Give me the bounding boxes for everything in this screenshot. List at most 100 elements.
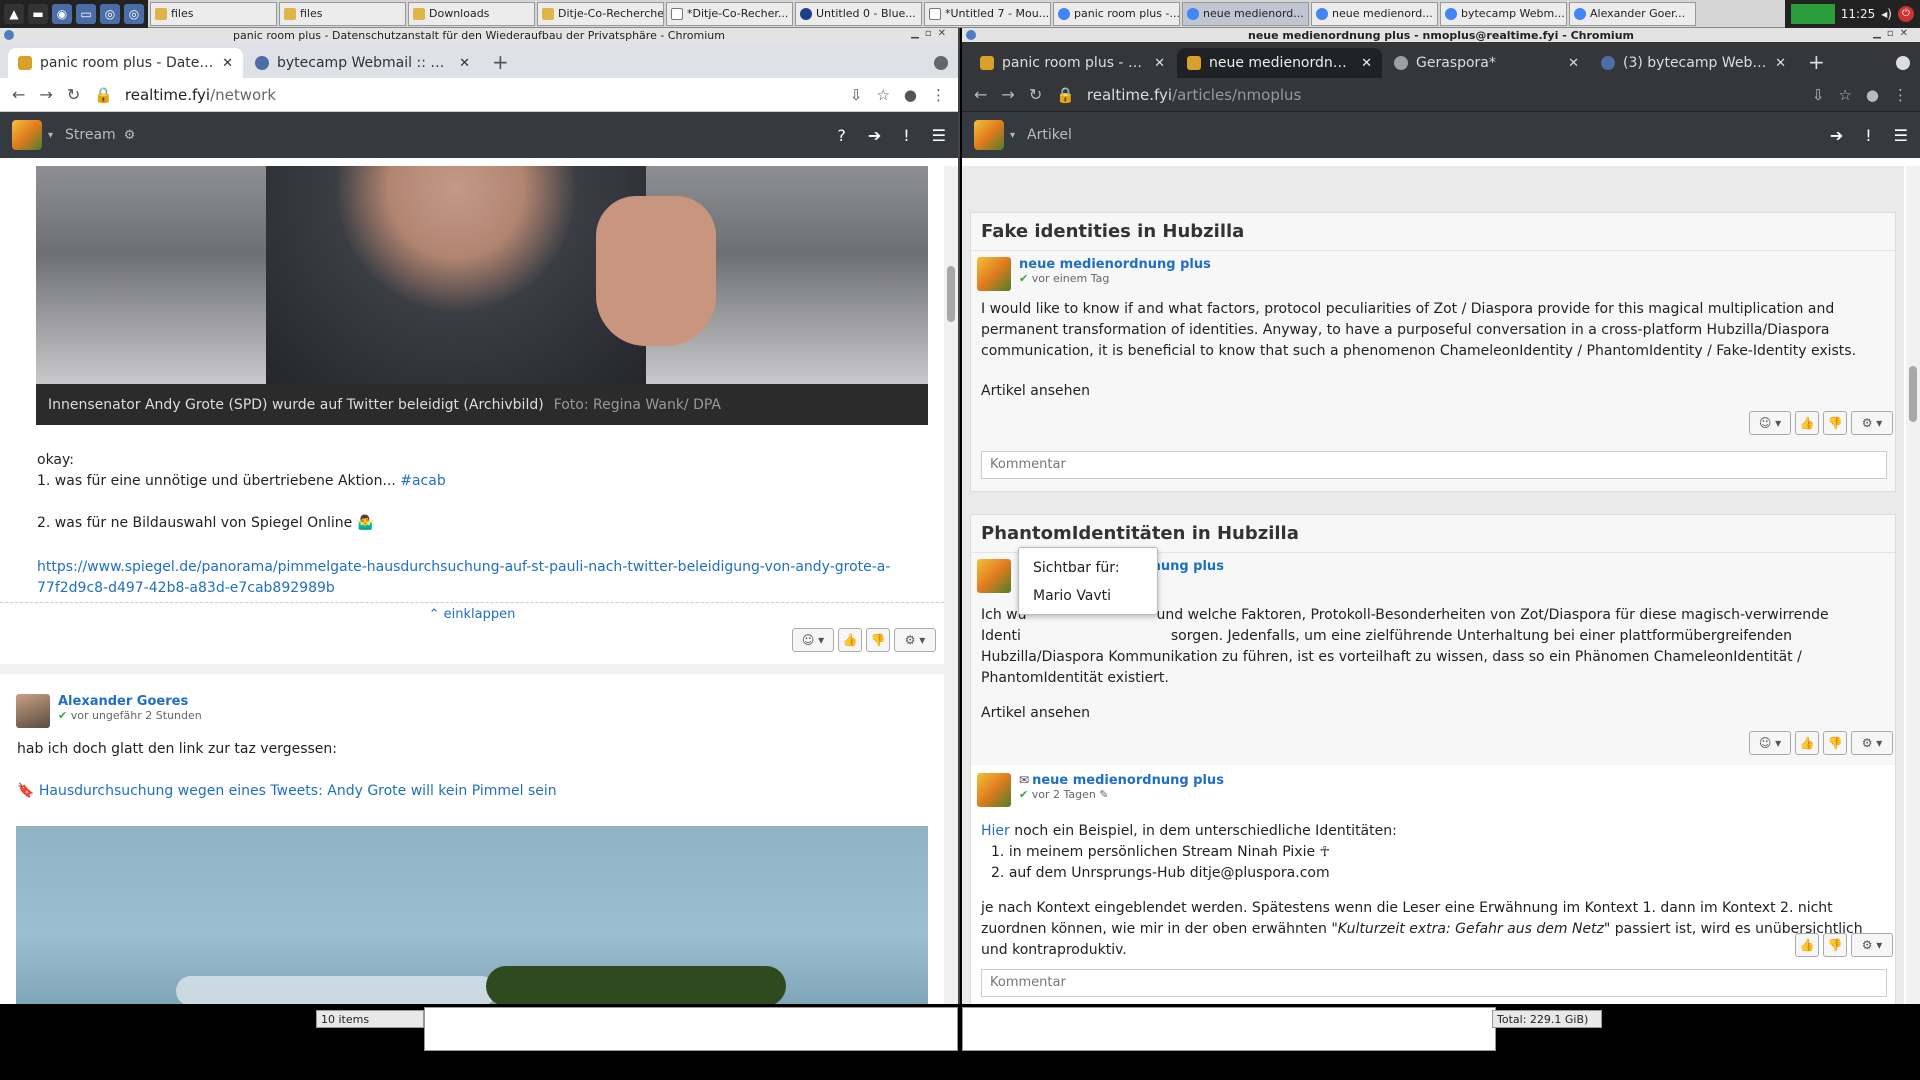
tab-panic-room[interactable]: panic room plus - Dat ✕ bbox=[970, 48, 1175, 78]
hamburger-menu-icon[interactable]: ☰ bbox=[1894, 126, 1908, 145]
taskbar-window-files-2[interactable]: files bbox=[279, 1, 406, 26]
here-link[interactable]: Hier bbox=[981, 823, 1010, 839]
hashtag-link[interactable]: #acab bbox=[400, 473, 445, 489]
dislike-button[interactable]: 👎 bbox=[1823, 411, 1847, 435]
author-name[interactable]: neue medienordnung plus bbox=[1019, 257, 1211, 272]
tab-search-icon[interactable] bbox=[934, 56, 948, 70]
taskbar-window-recherche[interactable]: Ditje-Co-Recherche bbox=[537, 1, 664, 26]
lock-icon[interactable]: 🔒 bbox=[1056, 86, 1075, 104]
notifications-icon[interactable]: ! bbox=[903, 126, 909, 145]
tab-close-icon[interactable]: ✕ bbox=[1568, 56, 1579, 71]
like-button[interactable]: 👍 bbox=[1795, 933, 1819, 957]
settings-dropdown-button[interactable]: ⚙ ▾ bbox=[894, 628, 936, 652]
post-url[interactable]: https://www.spiegel.de/panorama/pimmelga… bbox=[37, 557, 890, 599]
tab-close-icon[interactable]: ✕ bbox=[1775, 56, 1786, 71]
taskbar-window-nmo-1[interactable]: neue medienord... bbox=[1182, 1, 1309, 26]
view-article-link[interactable]: Artikel ansehen bbox=[981, 381, 1090, 402]
tab-bytecamp-webmail[interactable]: (3) bytecamp Webma ✕ bbox=[1591, 48, 1796, 78]
hubzilla-logo[interactable] bbox=[974, 120, 1004, 150]
taskbar-window-goeres[interactable]: Alexander Goer... bbox=[1569, 1, 1696, 26]
comment-input[interactable]: Kommentar bbox=[981, 451, 1887, 479]
nav-stream-label[interactable]: Stream bbox=[65, 127, 116, 143]
chromium-launcher-icon-2[interactable]: ◎ bbox=[124, 3, 144, 24]
browser-menu-icon[interactable]: ⋮ bbox=[931, 86, 946, 104]
tab-close-icon[interactable]: ✕ bbox=[222, 56, 233, 71]
tab-neue-medienordnung[interactable]: neue medienordnung ✕ bbox=[1177, 48, 1382, 78]
like-button[interactable]: 👍 bbox=[1795, 731, 1819, 755]
bookmark-star-icon[interactable]: ☆ bbox=[1838, 86, 1851, 104]
chevron-down-icon[interactable]: ▾ bbox=[48, 130, 53, 141]
url-field[interactable]: 🔒 realtime.fyi/articles/nmoplus bbox=[1056, 86, 1798, 104]
like-button[interactable]: 👍 bbox=[1795, 411, 1819, 435]
settings-dropdown-button[interactable]: ⚙ ▾ bbox=[1851, 933, 1893, 957]
url-field[interactable]: 🔒 realtime.fyi/network bbox=[94, 86, 836, 104]
taskbar-window-mousepad[interactable]: *Untitled 7 - Mou... bbox=[924, 1, 1051, 26]
tab-bytecamp-webmail[interactable]: bytecamp Webmail :: Willk ✕ bbox=[245, 48, 480, 78]
dislike-button[interactable]: 👎 bbox=[1823, 731, 1847, 755]
reply-link-row[interactable]: 🔖 Hausdurchsuchung wegen eines Tweets: A… bbox=[17, 783, 557, 799]
new-tab-icon[interactable]: + bbox=[1798, 50, 1835, 78]
browser-menu-icon[interactable]: ⋮ bbox=[1893, 86, 1908, 104]
browser-launcher-icon[interactable]: ◉ bbox=[52, 3, 72, 24]
page-scrollbar[interactable] bbox=[944, 166, 958, 1004]
taskbar-window-recherche-editor[interactable]: *Ditje-Co-Recher... bbox=[666, 1, 793, 26]
volume-icon[interactable]: ◂) bbox=[1881, 7, 1892, 21]
taz-link[interactable]: Hausdurchsuchung wegen eines Tweets: And… bbox=[39, 783, 557, 799]
taskbar-window-nmo-2[interactable]: neue medienord... bbox=[1311, 1, 1438, 26]
emoji-reaction-button[interactable]: ☺ ▾ bbox=[1749, 731, 1791, 755]
taskbar-window-bytecamp[interactable]: bytecamp Webm... bbox=[1440, 1, 1567, 26]
window-controls[interactable]: ▁▫✕ bbox=[1873, 28, 1914, 39]
nav-articles-label[interactable]: Artikel bbox=[1027, 127, 1072, 143]
avatar[interactable] bbox=[16, 694, 50, 728]
terminal-icon[interactable]: ▬ bbox=[28, 3, 48, 24]
emoji-reaction-button[interactable]: ☺ ▾ bbox=[1749, 411, 1791, 435]
hubzilla-logo[interactable] bbox=[12, 120, 42, 150]
author-name[interactable]: Alexander Goeres bbox=[58, 694, 202, 709]
emoji-reaction-button[interactable]: ☺ ▾ bbox=[792, 628, 834, 652]
install-app-icon[interactable]: ⇩ bbox=[1812, 86, 1825, 104]
taskbar-window-bluefish[interactable]: Untitled 0 - Blue... bbox=[795, 1, 922, 26]
login-icon[interactable]: ➔ bbox=[868, 126, 881, 145]
bookmark-star-icon[interactable]: ☆ bbox=[876, 86, 889, 104]
taskbar-window-panic-room[interactable]: panic room plus -... bbox=[1053, 1, 1180, 26]
reload-icon[interactable]: ↻ bbox=[1029, 85, 1042, 104]
chromium-launcher-icon[interactable]: ◎ bbox=[100, 3, 120, 24]
window-menu-icon[interactable] bbox=[4, 30, 14, 40]
lock-icon[interactable]: 🔒 bbox=[94, 86, 113, 104]
tab-search-icon[interactable] bbox=[1896, 56, 1910, 70]
chevron-down-icon[interactable]: ▾ bbox=[1010, 130, 1015, 141]
app-menu-icon[interactable]: ▲ bbox=[4, 3, 24, 24]
dislike-button[interactable]: 👎 bbox=[866, 628, 890, 652]
taskbar-window-files-1[interactable]: files bbox=[150, 1, 277, 26]
reply-image[interactable] bbox=[16, 826, 928, 1004]
panel-slot[interactable] bbox=[424, 1007, 958, 1051]
tab-geraspora[interactable]: Geraspora* ✕ bbox=[1384, 48, 1589, 78]
avatar[interactable] bbox=[977, 257, 1011, 291]
clock[interactable]: 11:25 bbox=[1841, 7, 1876, 21]
notifications-icon[interactable]: ! bbox=[1865, 126, 1871, 145]
author-name[interactable]: neue medienordnung plus bbox=[1032, 773, 1224, 788]
profile-icon[interactable]: ● bbox=[904, 86, 917, 104]
gear-icon[interactable]: ⚙ bbox=[124, 128, 136, 143]
tab-close-icon[interactable]: ✕ bbox=[1154, 56, 1165, 71]
envelope-icon[interactable]: ✉ bbox=[1019, 773, 1029, 787]
tab-close-icon[interactable]: ✕ bbox=[459, 56, 470, 71]
install-app-icon[interactable]: ⇩ bbox=[850, 86, 863, 104]
forward-icon[interactable]: → bbox=[1001, 85, 1014, 104]
view-article-link[interactable]: Artikel ansehen bbox=[981, 703, 1090, 724]
like-button[interactable]: 👍 bbox=[838, 628, 862, 652]
article-title[interactable]: Fake identities in Hubzilla bbox=[971, 213, 1895, 251]
pencil-edit-icon[interactable]: ✎ bbox=[1099, 788, 1108, 801]
reload-icon[interactable]: ↻ bbox=[67, 85, 80, 104]
scrollbar-thumb[interactable] bbox=[1909, 366, 1917, 422]
profile-icon[interactable]: ● bbox=[1866, 86, 1879, 104]
avatar[interactable] bbox=[977, 559, 1011, 593]
spiegel-link-cont[interactable]: 77f2d9c8-d497-42b8-a83d-e7cab892989b bbox=[37, 580, 335, 596]
spiegel-link[interactable]: https://www.spiegel.de/panorama/pimmelga… bbox=[37, 559, 890, 575]
window-menu-icon[interactable] bbox=[966, 30, 976, 40]
new-tab-icon[interactable]: + bbox=[482, 50, 519, 78]
dislike-button[interactable]: 👎 bbox=[1823, 933, 1847, 957]
forward-icon[interactable]: → bbox=[39, 85, 52, 104]
files-launcher-icon[interactable]: ▭ bbox=[76, 3, 96, 24]
bookmark-icon[interactable]: 🔖 bbox=[17, 783, 34, 799]
